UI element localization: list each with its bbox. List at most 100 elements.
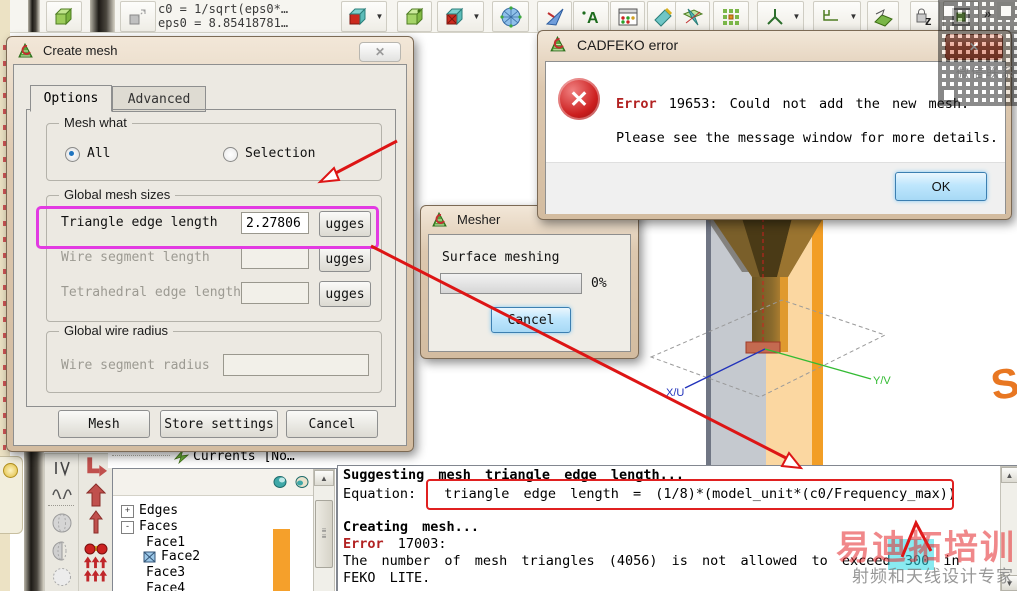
tab-options[interactable]: Options — [30, 85, 112, 112]
plane-wave-icon[interactable] — [537, 1, 572, 32]
global-wire-radius-legend: Global wire radius — [59, 323, 174, 338]
lock-z-axis-icon[interactable]: z — [910, 1, 940, 32]
tree-item-face4[interactable]: Face4 — [146, 581, 185, 591]
thin-up-arrow-icon[interactable] — [83, 510, 108, 534]
wire-segment-radius-input[interactable] — [223, 354, 369, 376]
multi-arrow-icon[interactable] — [83, 556, 108, 582]
tree-item-face2[interactable]: Face2 — [161, 549, 200, 564]
radio-all-label[interactable]: All — [87, 146, 110, 161]
cutplane-icon[interactable] — [867, 1, 899, 32]
field-label-icon[interactable]: A — [573, 1, 609, 32]
create-mesh-dialog: Create mesh ✕ Options Advanced Mesh what… — [6, 36, 414, 452]
mesh-sphere-icon[interactable] — [492, 1, 529, 32]
half-sphere-tool-icon[interactable] — [49, 540, 74, 562]
cadfeko-error-dialog: CADFEKO error ✕ ✕ Error 19653: Could not… — [537, 30, 1012, 220]
edges-expander[interactable]: + — [121, 505, 134, 518]
subtract-icon[interactable] — [437, 1, 472, 32]
tetrahedral-suggest-button[interactable]: ugges — [319, 281, 371, 307]
cancel-button[interactable]: Cancel — [286, 410, 378, 438]
mesher-cancel-button[interactable]: Cancel — [491, 307, 571, 333]
union-dropdown-caret[interactable]: ▼ — [373, 1, 387, 32]
workplane-corner-icon[interactable] — [813, 1, 849, 32]
subtract-dropdown-caret[interactable]: ▼ — [470, 1, 484, 32]
intersect-planes-icon[interactable] — [675, 1, 710, 32]
tree-item-face1[interactable]: Face1 — [146, 535, 185, 550]
create-mesh-close-icon[interactable]: ✕ — [359, 42, 401, 62]
wire-suggest-button[interactable]: ugges — [319, 246, 371, 272]
media-window-icon[interactable] — [610, 1, 645, 32]
orange-model-sliver — [273, 529, 290, 591]
tree-item-faces[interactable]: Faces — [139, 519, 178, 534]
snap-points-icon[interactable] — [713, 1, 749, 32]
workplane-axes-caret[interactable]: ▼ — [790, 1, 804, 32]
console-line-triangles-300: 300 — [904, 553, 930, 569]
window-edge-shadow-bottom — [24, 452, 44, 591]
cadfeko-app-icon — [18, 42, 33, 57]
detail-tree-panel: ▲ ≡ ≡ + Edges - Faces Face1 Face2 Face3 F… — [112, 468, 337, 591]
error-message-rest: 19653: Could not add the new mesh. — [668, 96, 970, 112]
error-ok-button[interactable]: OK — [895, 172, 987, 201]
radio-selection[interactable] — [223, 147, 238, 162]
console-line-equation: Equation: triangle edge length = (1/8)*(… — [343, 486, 956, 502]
triangle-edge-length-label: Triangle edge length — [61, 215, 218, 230]
radio-selection-label[interactable]: Selection — [245, 146, 315, 161]
helix-icon[interactable] — [49, 480, 74, 502]
source-tools-column — [78, 453, 113, 591]
union-icon[interactable] — [341, 1, 375, 32]
wire-segment-length-input[interactable] — [241, 247, 309, 269]
console-scrollbar[interactable]: ▲ ▼ — [1000, 466, 1017, 591]
select-copy-icon[interactable] — [120, 1, 156, 32]
console-line-fekolite: FEKO LITE. — [343, 570, 431, 586]
workplane-axes-icon[interactable] — [757, 1, 792, 32]
scroll-thumb[interactable]: ≡ ≡ — [315, 500, 333, 568]
console-line-error: Error 17003: — [343, 536, 447, 552]
console-scroll-down[interactable]: ▼ — [1001, 575, 1017, 591]
radio-all[interactable] — [65, 147, 80, 162]
detail-tree-scrollbar[interactable]: ▲ ≡ ≡ — [313, 469, 335, 591]
triangle-suggest-button[interactable]: ugges — [319, 211, 371, 237]
global-wire-radius-group: Global wire radius Wire segment radius — [46, 323, 382, 393]
equation-prefix: Equation: — [343, 486, 417, 502]
mesh-view-icon[interactable] — [273, 475, 288, 489]
wire-port-icon[interactable] — [49, 457, 74, 479]
geometry-tools-column — [44, 453, 79, 591]
collapsed-panel-tab[interactable] — [0, 456, 23, 534]
progress-percent: 0% — [591, 276, 607, 291]
create-cuboid-icon[interactable] — [46, 1, 82, 32]
console-line-triangles-c: in — [943, 553, 960, 569]
bend-arrow-icon[interactable] — [83, 456, 108, 478]
console-line-suggesting: Suggesting mesh triangle edge length... — [343, 467, 684, 483]
faces-expander[interactable]: - — [121, 521, 134, 534]
toolbar-overflow-chevron[interactable]: » — [984, 6, 991, 21]
mesher-dialog: Mesher Surface meshing 0% Cancel — [420, 205, 639, 359]
tree-variable-eps0[interactable]: eps0 = 8.85418781… — [158, 16, 288, 30]
create-mesh-titlebar[interactable]: Create mesh — [7, 37, 413, 64]
workplane-corner-caret[interactable]: ▼ — [847, 1, 861, 32]
tree-item-face3[interactable]: Face3 — [146, 565, 185, 580]
console-line-creating: Creating mesh... — [343, 519, 480, 535]
left-edge-strip — [0, 0, 10, 32]
error-icon: ✕ — [558, 78, 600, 120]
store-settings-button[interactable]: Store settings — [160, 410, 278, 438]
error-dialog-close-icon[interactable]: ✕ — [945, 34, 1003, 60]
error-dialog-app-icon — [550, 36, 566, 52]
mesh-view-alt-icon[interactable] — [295, 475, 310, 489]
model-gray-panel-edge — [706, 218, 711, 465]
mesh-button[interactable]: Mesh — [58, 410, 150, 438]
capture-view-icon[interactable] — [943, 1, 979, 32]
3d-model-view[interactable]: X/U Y/V — [630, 210, 1017, 470]
console-scroll-up[interactable]: ▲ — [1001, 467, 1017, 483]
wire-segment-length-label: Wire segment length — [61, 250, 210, 265]
error-dialog-titlebar[interactable]: CADFEKO error — [538, 31, 1011, 58]
primitive-cube-icon[interactable] — [397, 1, 432, 32]
tetrahedral-edge-length-input[interactable] — [241, 282, 309, 304]
console-error-word: Error — [343, 536, 384, 552]
sphere-tool-icon[interactable] — [49, 512, 74, 534]
triangle-edge-length-input[interactable] — [241, 212, 309, 234]
dashed-sphere-tool-icon[interactable] — [49, 566, 74, 588]
tree-item-edges[interactable]: Edges — [139, 503, 178, 518]
scroll-up-arrow[interactable]: ▲ — [314, 470, 334, 486]
model-tree-variables: c0 = 1/sqrt(eps0*… eps0 = 8.85418781… — [158, 2, 288, 30]
tree-variable-c0[interactable]: c0 = 1/sqrt(eps0*… — [158, 2, 288, 16]
thick-up-arrow-icon[interactable] — [83, 483, 108, 507]
